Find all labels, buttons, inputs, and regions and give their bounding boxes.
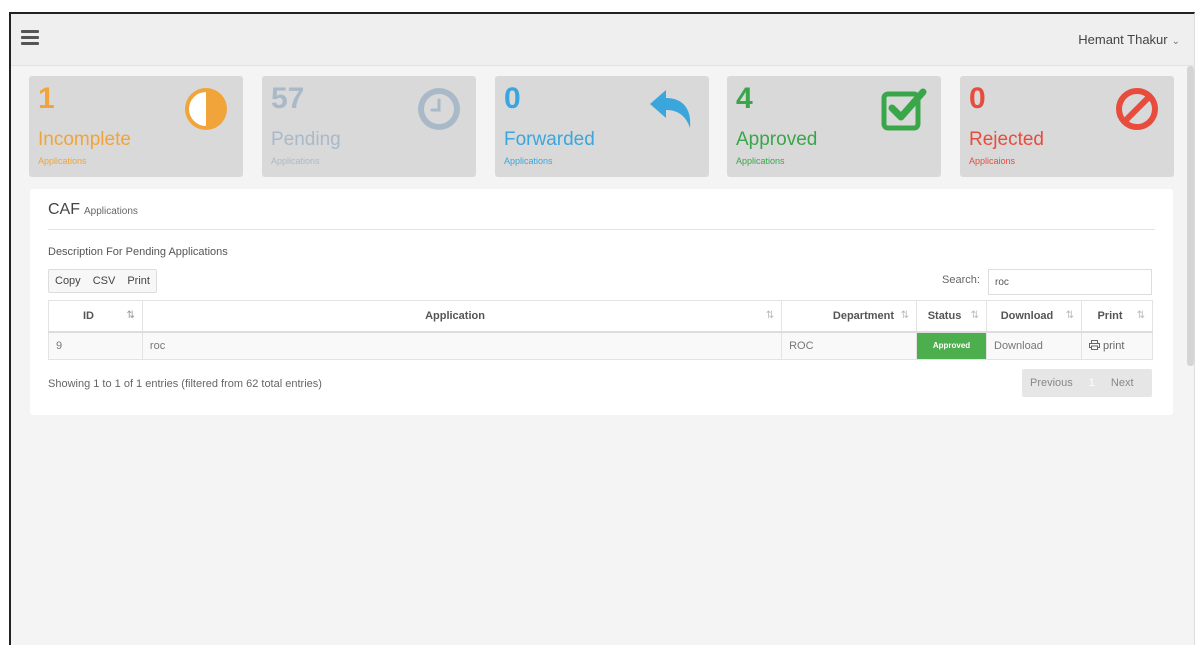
half-circle-icon <box>185 88 227 130</box>
panel-title-small: Applications <box>84 206 138 217</box>
user-name: Hemant Thakur <box>1078 32 1168 47</box>
cell-application: roc <box>141 331 783 360</box>
hamburger-menu-icon[interactable] <box>21 30 39 45</box>
panel-divider <box>48 229 1155 230</box>
top-navbar: Hemant Thakur ⌄ <box>11 14 1194 66</box>
column-header-application[interactable]: Application ⇅ <box>141 300 783 333</box>
card-incomplete[interactable]: 1 Incomplete Applications <box>29 76 243 177</box>
card-sublabel: Applications <box>504 156 553 166</box>
card-sublabel: Applications <box>736 156 785 166</box>
reply-arrow-icon <box>650 90 691 128</box>
sort-icon: ⇅ <box>970 310 979 321</box>
card-sublabel: Applications <box>271 156 320 166</box>
card-label: Pending <box>271 129 341 150</box>
chevron-down-icon: ⌄ <box>1171 36 1180 47</box>
column-header-department[interactable]: Department ⇅ <box>781 300 918 333</box>
panel-description: Description For Pending Applications <box>48 246 228 258</box>
status-badge: Approved <box>916 331 987 360</box>
card-sublabel: Applicaions <box>969 156 1016 166</box>
cell-department: ROC <box>781 331 918 360</box>
card-count: 1 <box>38 82 55 115</box>
entries-info: Showing 1 to 1 of 1 entries (filtered fr… <box>48 378 322 390</box>
panel-title-main: CAF <box>48 201 80 218</box>
card-label: Incomplete <box>38 129 131 150</box>
ban-icon <box>1116 88 1158 130</box>
user-menu[interactable]: Hemant Thakur ⌄ <box>1078 32 1180 47</box>
print-button[interactable]: Print <box>121 270 156 292</box>
check-square-icon <box>881 88 927 131</box>
card-label: Rejected <box>969 129 1044 150</box>
csv-button[interactable]: CSV <box>87 270 122 292</box>
applications-panel: CAF Applications Description For Pending … <box>30 189 1173 415</box>
clock-icon <box>418 88 460 130</box>
print-link-cell: print <box>1080 331 1154 360</box>
search-input[interactable] <box>988 269 1152 295</box>
column-header-status[interactable]: Status ⇅ <box>916 300 987 333</box>
column-header-print[interactable]: Print ⇅ <box>1080 300 1154 333</box>
card-label: Approved <box>736 129 818 150</box>
card-count: 0 <box>504 82 521 115</box>
card-sublabel: Applications <box>38 156 87 166</box>
sort-icon: ⇅ <box>1065 310 1074 321</box>
applications-table: ID ⇅ Application ⇅ Department ⇅ Status ⇅ Dow… <box>48 300 1154 360</box>
table-row: 9 roc ROC Approved Download print <box>48 331 1154 360</box>
card-pending[interactable]: 57 Pending Applications <box>262 76 476 177</box>
pagination-next[interactable]: Next <box>1103 377 1142 389</box>
card-approved[interactable]: 4 Approved Applications <box>727 76 941 177</box>
sort-icon: ⇅ <box>765 310 775 321</box>
pagination-page[interactable]: 1 <box>1081 377 1103 389</box>
export-button-group: Copy CSV Print <box>48 269 157 293</box>
pagination-previous[interactable]: Previous <box>1022 377 1081 389</box>
app-window: Hemant Thakur ⌄ 1 Incomplete Applications… <box>9 12 1195 645</box>
sort-icon: ⇅ <box>1136 310 1145 321</box>
sort-asc-icon: ⇅ <box>126 310 135 321</box>
print-link-label: print <box>1103 339 1125 352</box>
pagination: Previous 1 Next <box>1022 369 1152 397</box>
card-count: 0 <box>969 82 986 115</box>
card-forwarded[interactable]: 0 Forwarded Applications <box>495 76 709 177</box>
sort-icon: ⇅ <box>900 310 910 321</box>
print-link[interactable]: print <box>1088 339 1125 352</box>
copy-button[interactable]: Copy <box>49 270 87 292</box>
card-count: 4 <box>736 82 753 115</box>
card-label: Forwarded <box>504 129 595 150</box>
download-link[interactable]: Download <box>986 331 1082 360</box>
column-header-id[interactable]: ID ⇅ <box>48 300 143 333</box>
card-count: 57 <box>271 82 305 115</box>
cell-id: 9 <box>48 331 143 360</box>
printer-icon <box>1088 339 1100 350</box>
card-rejected[interactable]: 0 Rejected Applicaions <box>960 76 1174 177</box>
panel-title: CAF Applications <box>48 201 138 219</box>
column-header-download[interactable]: Download ⇅ <box>986 300 1082 333</box>
search-label: Search: <box>942 274 980 286</box>
page-scrollbar[interactable] <box>1187 66 1194 366</box>
